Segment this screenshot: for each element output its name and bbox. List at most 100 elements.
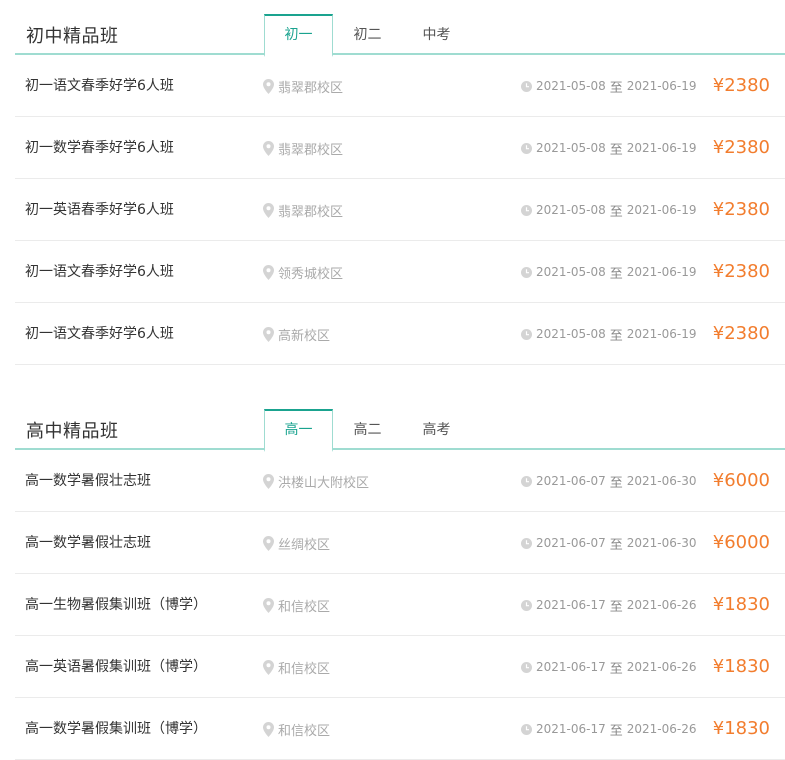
course-price: ¥1830 bbox=[713, 636, 770, 698]
course-row[interactable]: 初一语文春季好学6人班 翡翠郡校区 2021-05-08 至 2021-06-19 ¥23… bbox=[15, 55, 785, 117]
price-amount: 6000 bbox=[724, 470, 770, 491]
currency-symbol: ¥ bbox=[712, 261, 725, 282]
course-name[interactable]: 初一语文春季好学6人班 bbox=[25, 241, 174, 303]
clock-icon bbox=[521, 661, 532, 673]
course-dates: 2021-06-07 至 2021-06-30 bbox=[521, 512, 697, 574]
location-label: 和信校区 bbox=[278, 599, 331, 615]
start-date: 2021-06-07 bbox=[536, 536, 606, 550]
course-location: 翡翠郡校区 bbox=[263, 179, 343, 241]
course-name[interactable]: 高一数学暑假集训班（博学） bbox=[25, 698, 207, 760]
course-price: ¥1830 bbox=[713, 698, 770, 760]
course-name[interactable]: 初一语文春季好学6人班 bbox=[25, 303, 174, 365]
date-separator: 至 bbox=[609, 723, 623, 739]
course-location: 翡翠郡校区 bbox=[263, 55, 343, 117]
course-price: ¥2380 bbox=[713, 179, 770, 241]
course-price: ¥2380 bbox=[713, 117, 770, 179]
course-row[interactable]: 高一数学暑假集训班（博学） 和信校区 2021-06-17 至 2021-06-26 ¥1… bbox=[15, 698, 785, 760]
clock-icon bbox=[521, 142, 532, 154]
date-separator: 至 bbox=[609, 80, 623, 96]
start-date: 2021-05-08 bbox=[536, 327, 606, 341]
course-row[interactable]: 初一英语春季好学6人班 翡翠郡校区 2021-05-08 至 2021-06-19 ¥23… bbox=[15, 179, 785, 241]
course-row[interactable]: 初一数学春季好学6人班 翡翠郡校区 2021-05-08 至 2021-06-19 ¥23… bbox=[15, 117, 785, 179]
clock-icon bbox=[521, 723, 532, 735]
location-label: 翡翠郡校区 bbox=[278, 80, 344, 96]
tab-高二[interactable]: 高二 bbox=[333, 409, 402, 450]
end-date: 2021-06-19 bbox=[626, 141, 697, 155]
start-date: 2021-06-17 bbox=[536, 660, 606, 674]
start-date: 2021-06-07 bbox=[536, 474, 606, 488]
location-label: 丝绸校区 bbox=[278, 537, 331, 553]
end-date: 2021-06-30 bbox=[626, 474, 697, 488]
course-location: 丝绸校区 bbox=[263, 512, 330, 574]
price-amount: 2380 bbox=[724, 75, 770, 96]
map-pin-icon bbox=[263, 473, 274, 489]
end-date: 2021-06-19 bbox=[626, 79, 697, 93]
start-date: 2021-06-17 bbox=[536, 722, 606, 736]
course-name[interactable]: 高一生物暑假集训班（博学） bbox=[25, 574, 207, 636]
course-location: 和信校区 bbox=[263, 698, 330, 760]
tab-中考[interactable]: 中考 bbox=[402, 14, 471, 55]
course-name[interactable]: 初一数学春季好学6人班 bbox=[25, 117, 174, 179]
location-label: 翡翠郡校区 bbox=[278, 204, 344, 220]
course-location: 洪楼山大附校区 bbox=[263, 450, 369, 512]
end-date: 2021-06-19 bbox=[626, 203, 697, 217]
price-amount: 2380 bbox=[724, 199, 770, 220]
course-name[interactable]: 高一数学暑假壮志班 bbox=[25, 450, 151, 512]
course-list: 初一语文春季好学6人班 翡翠郡校区 2021-05-08 至 2021-06-19 ¥23… bbox=[15, 55, 785, 365]
course-dates: 2021-06-17 至 2021-06-26 bbox=[521, 574, 697, 636]
price-amount: 1830 bbox=[724, 656, 770, 677]
clock-icon bbox=[521, 266, 532, 278]
course-row[interactable]: 初一语文春季好学6人班 领秀城校区 2021-05-08 至 2021-06-19 ¥23… bbox=[15, 241, 785, 303]
date-separator: 至 bbox=[609, 537, 623, 553]
course-row[interactable]: 高一数学暑假壮志班 丝绸校区 2021-06-07 至 2021-06-30 ¥6000 bbox=[15, 512, 785, 574]
course-row[interactable]: 高一英语暑假集训班（博学） 和信校区 2021-06-17 至 2021-06-26 ¥1… bbox=[15, 636, 785, 698]
course-dates: 2021-05-08 至 2021-06-19 bbox=[521, 117, 697, 179]
date-separator: 至 bbox=[609, 142, 623, 158]
course-dates: 2021-06-17 至 2021-06-26 bbox=[521, 698, 697, 760]
location-label: 高新校区 bbox=[278, 328, 331, 344]
end-date: 2021-06-30 bbox=[626, 536, 697, 550]
course-section: 高中精品班 高一 高二 高考 高一数学暑假壮志班 洪楼山大附校区 2021-06-07 至 20… bbox=[0, 395, 785, 760]
clock-icon bbox=[521, 475, 532, 487]
course-name[interactable]: 初一语文春季好学6人班 bbox=[25, 55, 174, 117]
currency-symbol: ¥ bbox=[712, 323, 725, 344]
date-separator: 至 bbox=[609, 328, 623, 344]
grade-tabs: 高一 高二 高考 bbox=[264, 409, 471, 452]
tab-初一[interactable]: 初一 bbox=[264, 14, 333, 57]
clock-icon bbox=[521, 204, 532, 216]
section-header: 初中精品班 初一 初二 中考 bbox=[15, 0, 785, 57]
course-row[interactable]: 初一语文春季好学6人班 高新校区 2021-05-08 至 2021-06-19 ¥238… bbox=[15, 303, 785, 365]
course-name[interactable]: 高一数学暑假壮志班 bbox=[25, 512, 151, 574]
course-location: 和信校区 bbox=[263, 574, 330, 636]
currency-symbol: ¥ bbox=[712, 594, 725, 615]
tab-高考[interactable]: 高考 bbox=[402, 409, 471, 450]
currency-symbol: ¥ bbox=[712, 718, 725, 739]
map-pin-icon bbox=[263, 78, 274, 94]
course-dates: 2021-05-08 至 2021-06-19 bbox=[521, 303, 697, 365]
location-label: 翡翠郡校区 bbox=[278, 142, 344, 158]
course-row[interactable]: 高一生物暑假集训班（博学） 和信校区 2021-06-17 至 2021-06-26 ¥1… bbox=[15, 574, 785, 636]
course-row[interactable]: 高一数学暑假壮志班 洪楼山大附校区 2021-06-07 至 2021-06-30 ¥60… bbox=[15, 450, 785, 512]
course-dates: 2021-06-17 至 2021-06-26 bbox=[521, 636, 697, 698]
course-dates: 2021-06-07 至 2021-06-30 bbox=[521, 450, 697, 512]
end-date: 2021-06-26 bbox=[626, 722, 697, 736]
date-separator: 至 bbox=[609, 204, 623, 220]
location-label: 洪楼山大附校区 bbox=[278, 475, 370, 491]
price-amount: 6000 bbox=[724, 532, 770, 553]
course-dates: 2021-05-08 至 2021-06-19 bbox=[521, 241, 697, 303]
course-price: ¥2380 bbox=[713, 241, 770, 303]
course-name[interactable]: 高一英语暑假集训班（博学） bbox=[25, 636, 207, 698]
section-title: 初中精品班 bbox=[26, 26, 119, 47]
map-pin-icon bbox=[263, 202, 274, 218]
date-separator: 至 bbox=[609, 599, 623, 615]
course-name[interactable]: 初一英语春季好学6人班 bbox=[25, 179, 174, 241]
clock-icon bbox=[521, 537, 532, 549]
location-label: 领秀城校区 bbox=[278, 266, 344, 282]
tab-初二[interactable]: 初二 bbox=[333, 14, 402, 55]
end-date: 2021-06-26 bbox=[626, 598, 697, 612]
grade-tabs: 初一 初二 中考 bbox=[264, 14, 471, 57]
tab-高一[interactable]: 高一 bbox=[264, 409, 333, 452]
course-location: 和信校区 bbox=[263, 636, 330, 698]
course-price: ¥2380 bbox=[713, 303, 770, 365]
